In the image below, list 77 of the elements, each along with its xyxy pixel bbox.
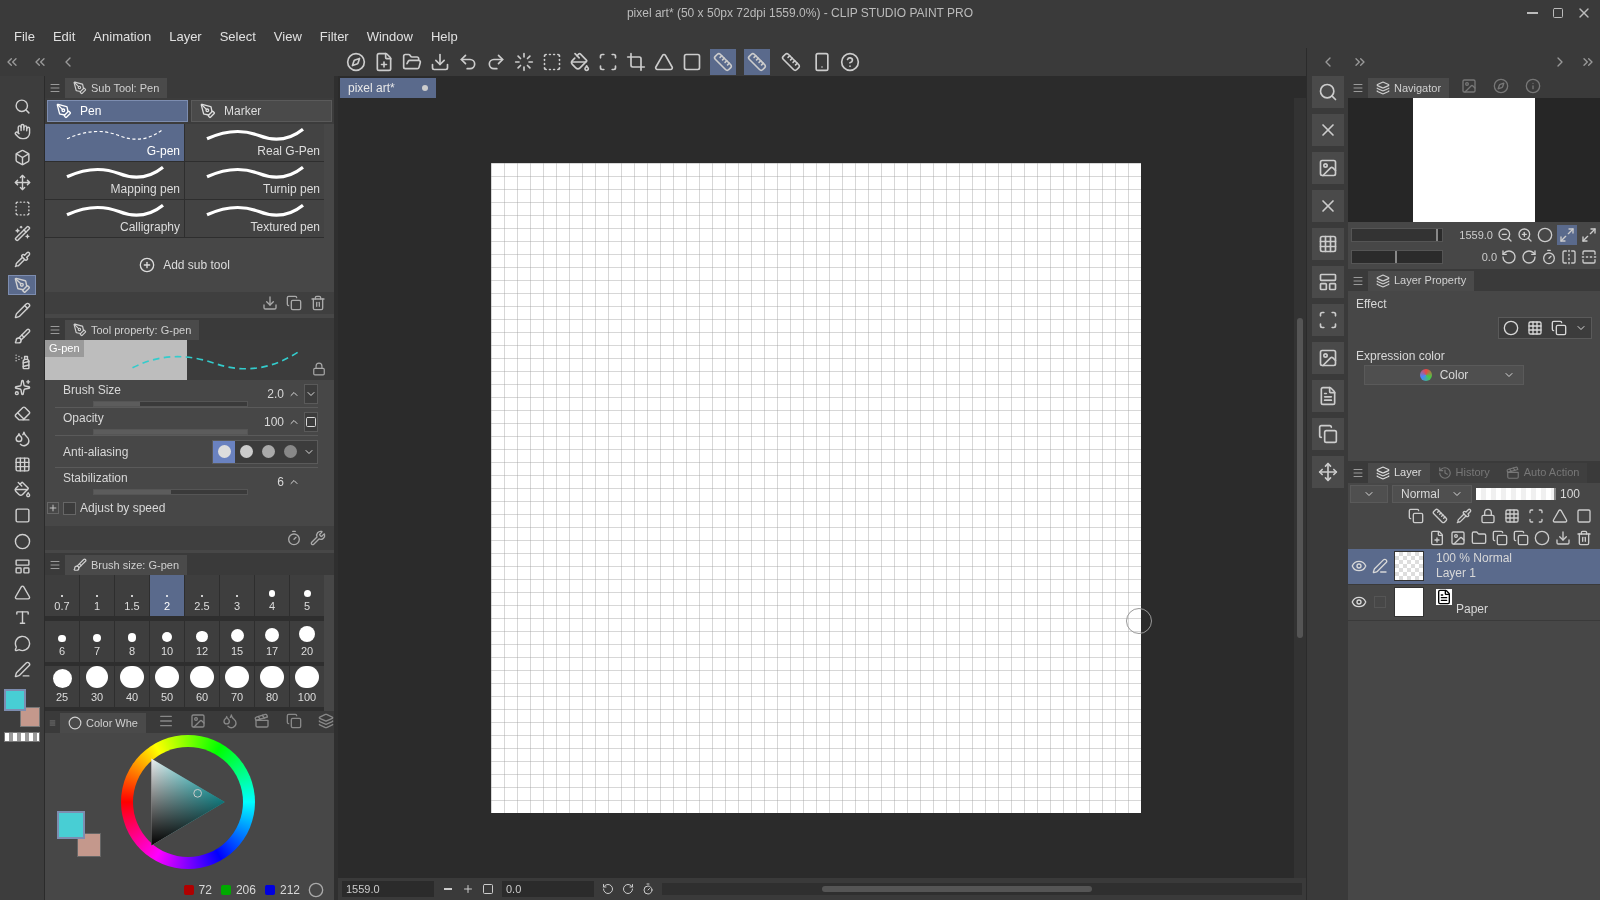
brush-size-option[interactable]: 1 — [80, 575, 114, 616]
menu-item[interactable]: Layer — [163, 27, 208, 47]
zoom-field[interactable]: 1559.0 — [342, 881, 434, 897]
property-label: Brush Size — [63, 381, 123, 399]
layer-name: Paper — [1456, 600, 1489, 618]
layer-row[interactable]: 100 % Normal Layer 1 — [1348, 548, 1600, 585]
brush-size-option[interactable]: 15 — [220, 620, 254, 662]
channel-value: 206 — [235, 882, 256, 899]
brush-size-option[interactable]: 25 — [45, 666, 79, 708]
brush-size-option[interactable]: 2 — [150, 575, 184, 616]
window-title: pixel art* (50 x 50px 72dpi 1559.0%) - CLIP STUDIO PAINT PRO — [626, 5, 974, 22]
brush-size-option[interactable]: 5 — [290, 575, 324, 616]
brush-size-option[interactable]: 60 — [185, 666, 219, 708]
brush-size-option[interactable]: 1.5 — [115, 575, 149, 616]
panel-tab[interactable]: Color Whe — [60, 713, 146, 733]
sub-tool-item[interactable]: Calligraphy — [45, 200, 184, 237]
brush-size-option[interactable]: 20 — [290, 620, 324, 662]
sub-tool-item[interactable]: Mapping pen — [45, 162, 184, 199]
brush-size-option[interactable]: 7 — [80, 620, 114, 662]
document-tab[interactable]: pixel art* — [340, 78, 436, 98]
brush-size-option[interactable]: 0.7 — [45, 575, 79, 616]
zoom-value: 1559.0 — [1459, 227, 1493, 243]
rotation-field[interactable]: 0.0 — [502, 881, 594, 897]
section-label: Effect — [1356, 295, 1388, 313]
menu-item[interactable]: Filter — [313, 27, 355, 47]
brush-size-option[interactable]: 2.5 — [185, 575, 219, 616]
layer-panel-tab[interactable]: Layer — [1368, 462, 1430, 483]
property-label: Anti-aliasing — [63, 443, 130, 461]
brush-size-option[interactable]: 50 — [150, 666, 184, 708]
brush-size-option[interactable]: 6 — [45, 620, 79, 662]
panel-tab[interactable]: Layer Property — [1368, 270, 1475, 291]
menu-item[interactable]: Select — [213, 27, 262, 47]
brush-size-option[interactable]: 12 — [185, 620, 219, 662]
rotation-value: 0.0 — [1481, 250, 1497, 265]
sub-tool-item[interactable]: G-pen — [45, 124, 184, 161]
panel-tab[interactable]: Navigator — [1368, 78, 1450, 98]
opacity-value: 100 — [1560, 485, 1581, 503]
layer-name: Layer 1 — [1436, 566, 1478, 581]
property-value: 100 — [263, 413, 284, 431]
menu-item[interactable]: Window — [360, 27, 419, 47]
sub-tool-item[interactable]: Real G-Pen — [185, 124, 324, 161]
group-tab[interactable]: Marker — [191, 100, 332, 122]
blend-mode-dropdown[interactable]: Normal — [1392, 484, 1472, 503]
expression-color-dropdown[interactable]: Color — [1364, 364, 1524, 385]
menu-item[interactable]: Help — [424, 27, 464, 47]
layer-info: 100 % Normal — [1436, 551, 1513, 566]
property-value: 6 — [277, 474, 284, 491]
menu-item[interactable]: File — [8, 27, 41, 47]
checkbox-label: Adjust by speed — [80, 500, 166, 517]
brush-size-option[interactable]: 4 — [255, 575, 289, 616]
brush-size-option[interactable]: 10 — [150, 620, 184, 662]
brush-size-option[interactable]: 40 — [115, 666, 149, 708]
brush-size-option[interactable]: 8 — [115, 620, 149, 662]
property-label: Stabilization — [63, 470, 129, 487]
sub-tool-item[interactable]: Turnip pen — [185, 162, 324, 199]
brush-size-option[interactable]: 70 — [220, 666, 254, 708]
sub-tool-item[interactable]: Textured pen — [185, 200, 324, 237]
brush-size-option[interactable]: 3 — [220, 575, 254, 616]
channel-value: 212 — [279, 882, 300, 899]
panel-tab[interactable]: Sub Tool: Pen — [65, 78, 168, 98]
brush-size-option[interactable]: 17 — [255, 620, 289, 662]
brush-size-option[interactable]: 100 — [290, 666, 324, 708]
add-sub-tool-button[interactable]: Add sub tool — [139, 256, 230, 274]
brush-size-option[interactable]: 80 — [255, 666, 289, 708]
menu-item[interactable]: Animation — [87, 27, 158, 47]
group-tab[interactable]: Pen — [47, 100, 188, 122]
preview-label: G-pen — [45, 340, 84, 357]
property-value: 2.0 — [267, 385, 284, 403]
menu-item[interactable]: Edit — [46, 27, 82, 47]
panel-tab[interactable]: Brush size: G-pen — [65, 555, 188, 575]
channel-value: 72 — [198, 882, 212, 899]
section-label: Expression color — [1356, 347, 1446, 365]
menu-item[interactable]: View — [267, 27, 308, 47]
panel-tab[interactable]: Tool property: G-pen — [65, 320, 200, 340]
brush-size-option[interactable]: 30 — [80, 666, 114, 708]
layer-row[interactable]: Paper — [1348, 584, 1600, 621]
property-label: Opacity — [63, 409, 105, 427]
